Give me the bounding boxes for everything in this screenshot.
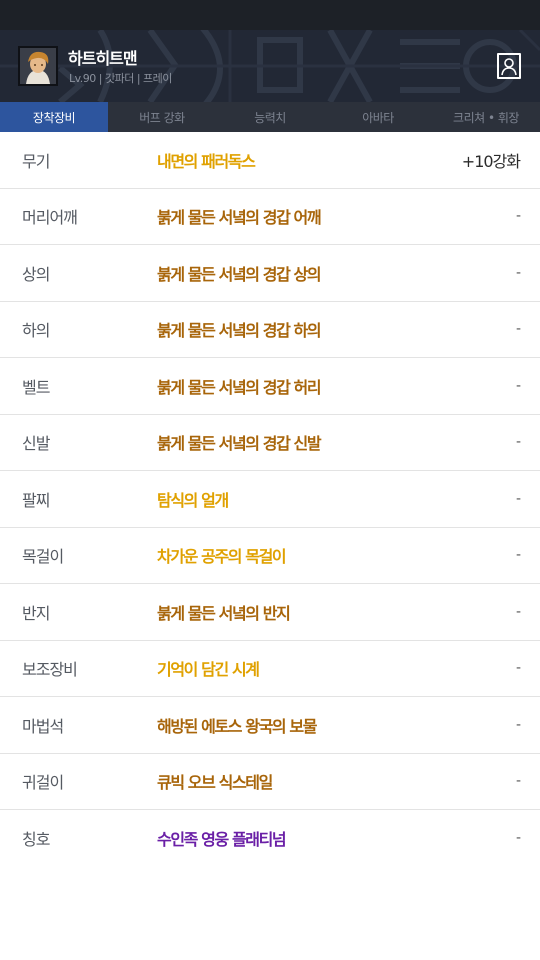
enhance-value: -: [515, 264, 521, 281]
equipment-row[interactable]: 벨트 붉게 물든 서녘의 경갑 허리 -: [0, 358, 540, 415]
item-name: 탐식의 얼개: [157, 490, 229, 510]
character-meta: Lv.90 | 갓파더 | 프레이: [69, 72, 172, 85]
enhance-value: -: [515, 208, 521, 225]
enhance-value: -: [515, 547, 521, 564]
profile-card-button[interactable]: [497, 53, 521, 79]
item-name: 해방된 에토스 왕국의 보물: [157, 716, 317, 736]
slot-label: 하의: [22, 321, 50, 341]
equipment-row[interactable]: 마법석 해방된 에토스 왕국의 보물 -: [0, 697, 540, 754]
tab-bar: 장착장비 버프 강화 능력치 아바타 크리쳐 • 휘장: [0, 102, 540, 132]
equipment-row[interactable]: 상의 붉게 물든 서녘의 경갑 상의 -: [0, 245, 540, 302]
equipment-row[interactable]: 반지 붉게 물든 서녘의 반지 -: [0, 584, 540, 641]
slot-label: 벨트: [22, 377, 50, 397]
tab-avatar[interactable]: 아바타: [324, 102, 432, 132]
enhance-value: -: [515, 490, 521, 507]
enhance-value: +10강화: [461, 151, 521, 171]
slot-label: 귀걸이: [22, 773, 64, 793]
slot-label: 팔찌: [22, 490, 50, 510]
character-avatar[interactable]: [18, 46, 58, 86]
equipment-row[interactable]: 목걸이 차가운 공주의 목걸이 -: [0, 528, 540, 584]
equipment-row[interactable]: 귀걸이 큐빅 오브 식스테일 -: [0, 754, 540, 810]
item-name: 붉게 물든 서녘의 경갑 신발: [157, 434, 322, 454]
item-name: 붉게 물든 서녘의 경갑 하의: [157, 321, 322, 341]
equipment-row[interactable]: 하의 붉게 물든 서녘의 경갑 하의 -: [0, 302, 540, 358]
equipment-row[interactable]: 무기 내면의 패러독스 +10강화: [0, 132, 540, 189]
slot-label: 머리어깨: [22, 208, 78, 228]
enhance-value: -: [515, 830, 521, 847]
item-name: 큐빅 오브 식스테일: [157, 773, 273, 793]
item-name: 내면의 패러독스: [157, 151, 256, 171]
item-name: 붉게 물든 서녘의 경갑 상의: [157, 264, 322, 284]
slot-label: 상의: [22, 264, 50, 284]
equipment-list: 무기 내면의 패러독스 +10강화 머리어깨 붉게 물든 서녘의 경갑 어깨 -…: [0, 132, 540, 867]
equipment-row[interactable]: 팔찌 탐식의 얼개 -: [0, 471, 540, 528]
slot-label: 보조장비: [22, 660, 78, 680]
item-name: 기억이 담긴 시계: [157, 660, 260, 680]
enhance-value: -: [515, 377, 521, 394]
tab-creature-emblem[interactable]: 크리쳐 • 휘장: [432, 102, 540, 132]
status-bar: [0, 0, 540, 30]
tab-buff-enhance[interactable]: 버프 강화: [108, 102, 216, 132]
slot-label: 반지: [22, 603, 50, 623]
item-name: 붉게 물든 서녘의 반지: [157, 603, 291, 623]
character-header: 하트히트맨 Lv.90 | 갓파더 | 프레이: [0, 30, 540, 102]
enhance-value: -: [515, 660, 521, 677]
equipment-row[interactable]: 머리어깨 붉게 물든 서녘의 경갑 어깨 -: [0, 189, 540, 245]
equipment-row[interactable]: 보조장비 기억이 담긴 시계 -: [0, 641, 540, 697]
slot-label: 신발: [22, 434, 50, 454]
tab-equipment[interactable]: 장착장비: [0, 102, 108, 132]
slot-label: 칭호: [22, 830, 50, 850]
enhance-value: -: [515, 321, 521, 338]
item-name: 붉게 물든 서녘의 경갑 허리: [157, 377, 322, 397]
enhance-value: -: [515, 434, 521, 451]
equipment-row[interactable]: 신발 붉게 물든 서녘의 경갑 신발 -: [0, 415, 540, 471]
character-name: 하트히트맨: [68, 49, 138, 68]
item-name: 붉게 물든 서녘의 경갑 어깨: [157, 208, 322, 228]
profile-card-icon: [501, 58, 517, 76]
character-portrait-icon: [20, 48, 56, 84]
slot-label: 마법석: [22, 716, 64, 736]
equipment-row[interactable]: 칭호 수인족 영웅 플래티넘 -: [0, 810, 540, 867]
item-name: 수인족 영웅 플래티넘: [157, 830, 287, 850]
slot-label: 무기: [22, 151, 50, 171]
enhance-value: -: [515, 716, 521, 733]
enhance-value: -: [515, 773, 521, 790]
enhance-value: -: [515, 603, 521, 620]
tab-stats[interactable]: 능력치: [216, 102, 324, 132]
item-name: 차가운 공주의 목걸이: [157, 547, 287, 567]
slot-label: 목걸이: [22, 547, 64, 567]
